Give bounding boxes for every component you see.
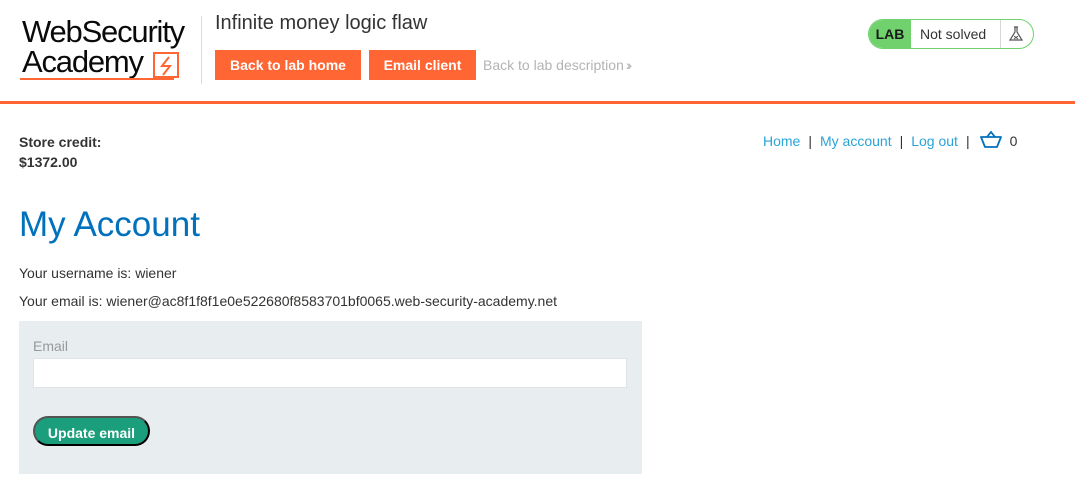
header-divider: [201, 16, 202, 84]
academy-logo-icon: [153, 52, 179, 78]
store-credit: Store credit: $1372.00: [19, 132, 101, 172]
store-credit-value: $1372.00: [19, 154, 78, 170]
nav-separator: |: [808, 133, 812, 149]
back-to-lab-description-link[interactable]: Back to lab description ››: [483, 57, 633, 73]
lab-badge: LAB: [869, 20, 911, 48]
email-field[interactable]: [33, 358, 627, 388]
academy-logo[interactable]: WebSecurity Academy: [20, 14, 200, 84]
lab-status-divider: [1000, 20, 1001, 48]
header: WebSecurity Academy Infinite money logic…: [0, 0, 1075, 104]
page-title: My Account: [19, 205, 200, 244]
update-email-button[interactable]: Update email: [33, 416, 150, 446]
logo-line2: Academy: [22, 44, 144, 79]
cart-count: 0: [1009, 133, 1018, 149]
nav-home-link[interactable]: Home: [763, 133, 800, 149]
nav-separator: |: [899, 133, 904, 149]
cart-icon[interactable]: [979, 130, 1002, 153]
back-to-lab-home-button[interactable]: Back to lab home: [215, 50, 361, 80]
nav-my-account-link[interactable]: My account: [820, 133, 892, 149]
lab-title: Infinite money logic flaw: [215, 12, 428, 34]
email-label: Email: [33, 338, 69, 354]
email-client-button[interactable]: Email client: [369, 50, 476, 80]
nav-log-out-link[interactable]: Log out: [911, 133, 958, 149]
nav-separator: |: [965, 133, 970, 149]
back-to-lab-description-label: Back to lab description: [483, 57, 624, 73]
email-info: Your email is: wiener@ac8f1f8f1e0e522680…: [19, 293, 558, 309]
update-email-form: Email Update email: [19, 321, 642, 474]
flask-icon: [1007, 25, 1025, 43]
lab-status-text: Not solved: [920, 26, 987, 42]
top-nav: Home | My account | Log out | 0: [763, 130, 1018, 153]
chevron-right-icon: ››: [625, 57, 633, 73]
logo-underline: [20, 78, 174, 80]
lab-status-widget: LAB Not solved: [868, 19, 1034, 49]
store-credit-label: Store credit:: [19, 134, 102, 150]
username-info: Your username is: wiener: [19, 265, 177, 281]
